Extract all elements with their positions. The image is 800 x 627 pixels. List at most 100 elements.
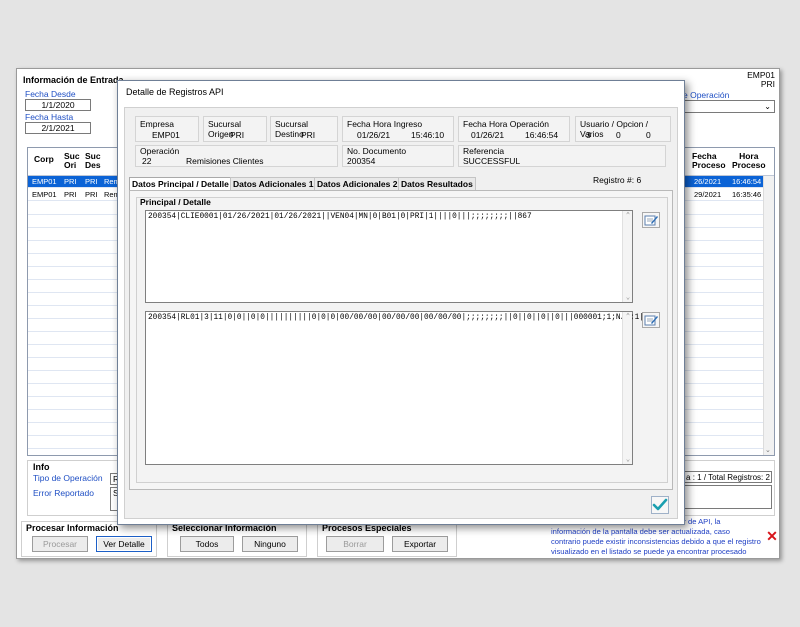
procesar-panel: Procesar Información Procesar Ver Detall… — [21, 521, 157, 557]
scroll-down-icon[interactable]: ⌄ — [765, 446, 771, 454]
exportar-button[interactable]: Exportar — [392, 536, 448, 552]
ninguno-button[interactable]: Ninguno — [242, 536, 298, 552]
cell-des: PRI — [85, 177, 98, 186]
scroll-down-icon[interactable]: ⌄ — [623, 455, 633, 464]
operacion-desc: Remisiones Clientes — [186, 156, 264, 166]
modal-title: Detalle de Registros API — [126, 87, 224, 97]
col-suc-des[interactable]: Suc Des — [85, 152, 101, 170]
memo-detalle-scrollbar[interactable]: ⌃ ⌄ — [622, 312, 632, 464]
fecha-operacion-label: Fecha Hora Operación — [463, 119, 549, 129]
notice-line: contrario puede existir inconsistencias … — [551, 537, 761, 546]
scroll-up-icon[interactable]: ⌃ — [623, 211, 633, 220]
detalle-modal: Detalle de Registros API Empresa EMP01 S… — [117, 80, 685, 525]
principal-group-title: Principal / Detalle — [140, 197, 211, 207]
grid-scrollbar[interactable]: ⌄ — [763, 176, 774, 455]
notice-line: visualizado en el listado se puede ya en… — [551, 547, 747, 556]
fecha-operacion-time: 16:46:54 — [525, 130, 559, 140]
registro-number: Registro #: 6 — [593, 175, 642, 185]
info-title: Info — [33, 462, 50, 472]
sucursal-destino-value: PRI — [301, 130, 316, 140]
usuario-group: Usuario / Opcion / Varios 3 0 0 — [575, 116, 671, 142]
registros-count: a : 1 / Total Registros: 2 — [684, 471, 772, 483]
ver-detalle-button[interactable]: Ver Detalle — [96, 536, 152, 552]
borrar-button[interactable]: Borrar — [326, 536, 384, 552]
opcion-value: 0 — [616, 130, 621, 140]
tab-datos-resultados[interactable]: Datos Resultados — [398, 177, 476, 190]
cell-corp: EMP01 — [32, 190, 57, 199]
empresa-group: Empresa EMP01 — [135, 116, 199, 142]
operacion-group: Operación 22 Remisiones Clientes — [135, 145, 338, 167]
col-suc-ori-line2: Ori — [64, 160, 77, 170]
scroll-down-icon[interactable]: ⌄ — [623, 293, 633, 302]
fecha-hasta-label: Fecha Hasta — [25, 112, 74, 122]
fecha-desde-input[interactable]: 1/1/2020 — [25, 99, 91, 111]
tipo-operacion-info-label: Tipo de Operación — [33, 473, 103, 483]
fecha-hasta-input[interactable]: 2/1/2021 — [25, 122, 91, 134]
operacion-label: Operación — [140, 146, 180, 156]
entrada-title: Información de Entrada — [23, 75, 124, 85]
cell-ori: PRI — [64, 190, 77, 199]
todos-button[interactable]: Todos — [180, 536, 234, 552]
cell-hora: 16:46:54 — [732, 177, 762, 186]
tab-datos-adicionales-2[interactable]: Datos Adicionales 2 — [314, 177, 401, 190]
no-documento-group: No. Documento 200354 — [342, 145, 454, 167]
confirm-button[interactable] — [651, 496, 669, 514]
sucursal-origen-value: PRI — [230, 130, 245, 140]
edit-icon — [644, 315, 658, 326]
memo-principal-scrollbar[interactable]: ⌃ ⌄ — [622, 211, 632, 302]
col-suc-ori[interactable]: Suc Ori — [64, 152, 80, 170]
edit-principal-button[interactable] — [642, 212, 660, 228]
col-fecha-line2: Proceso — [692, 160, 726, 170]
col-hora-proceso[interactable]: Hora Proceso — [732, 152, 766, 170]
tipo-operacion-label: e Operación — [683, 90, 730, 100]
tab-datos-adicionales-1[interactable]: Datos Adicionales 1 — [230, 177, 317, 190]
col-suc-des-line2: Des — [85, 160, 101, 170]
fecha-ingreso-label: Fecha Hora Ingreso — [347, 119, 423, 129]
memo-principal[interactable]: 200354|CLIE0001|01/26/2021|01/26/2021||V… — [145, 210, 633, 303]
scroll-up-icon[interactable]: ⌃ — [623, 312, 633, 321]
fecha-operacion-group: Fecha Hora Operación 01/26/21 16:46:54 — [458, 116, 570, 142]
memo-principal-text: 200354|CLIE0001|01/26/2021|01/26/2021||V… — [148, 213, 532, 221]
tab-datos-principal[interactable]: Datos Principal / Detalle — [129, 177, 232, 190]
branch-code: PRI — [760, 79, 775, 89]
tab-panel: Principal / Detalle 200354|CLIE0001|01/2… — [129, 190, 673, 490]
cell-hora: 16:35:46 — [732, 190, 762, 199]
empresa-label: Empresa — [140, 119, 175, 129]
cell-ori: PRI — [64, 177, 77, 186]
procesar-title: Procesar Información — [26, 523, 119, 533]
usuario-label: Usuario / Opcion / Varios — [580, 119, 649, 139]
checkmark-icon — [652, 498, 668, 511]
notice-line: información de la pantalla debe ser actu… — [551, 527, 730, 536]
col-hora-line2: Proceso — [732, 160, 766, 170]
principal-group: Principal / Detalle 200354|CLIE0001|01/2… — [136, 197, 668, 483]
cell-corp: EMP01 — [32, 177, 57, 186]
no-documento-value: 200354 — [347, 156, 376, 166]
fecha-ingreso-time: 15:46:10 — [411, 130, 445, 140]
edit-icon — [644, 215, 658, 226]
col-fecha-proceso[interactable]: Fecha Proceso — [692, 152, 726, 170]
usuario-value: 3 — [586, 130, 591, 140]
varios-value: 0 — [646, 130, 651, 140]
tipo-operacion-select[interactable]: ⌄ — [683, 100, 775, 113]
seleccionar-panel: Seleccionar Información Todos Ninguno — [167, 521, 307, 557]
memo-detalle-text: 200354|RL01|3|11|0|0||0|0||||||||||0|0|0… — [148, 314, 654, 322]
col-corp[interactable]: Corp — [34, 154, 54, 164]
modal-body: Empresa EMP01 Sucursal Origen PRI Sucurs… — [124, 107, 678, 519]
edit-detalle-button[interactable] — [642, 312, 660, 328]
sucursal-destino-group: Sucursal Destino PRI — [270, 116, 338, 142]
info-extra-box — [684, 485, 772, 509]
operacion-code: 22 — [142, 156, 152, 166]
fecha-desde-label: Fecha Desde — [25, 89, 76, 99]
close-icon[interactable]: ✕ — [765, 529, 779, 543]
sucursal-origen-group: Sucursal Origen PRI — [203, 116, 267, 142]
no-documento-label: No. Documento — [347, 146, 407, 156]
fecha-ingreso-group: Fecha Hora Ingreso 01/26/21 15:46:10 — [342, 116, 454, 142]
header-company: EMP01 PRI — [747, 71, 775, 89]
referencia-group: Referencia SUCCESSFUL — [458, 145, 666, 167]
memo-detalle[interactable]: 200354|RL01|3|11|0|0||0|0||||||||||0|0|0… — [145, 311, 653, 465]
cell-fecha: 26/2021 — [694, 177, 722, 186]
fecha-operacion-date: 01/26/21 — [471, 130, 505, 140]
empresa-value: EMP01 — [152, 130, 180, 140]
procesar-button[interactable]: Procesar — [32, 536, 88, 552]
fecha-ingreso-date: 01/26/21 — [357, 130, 391, 140]
